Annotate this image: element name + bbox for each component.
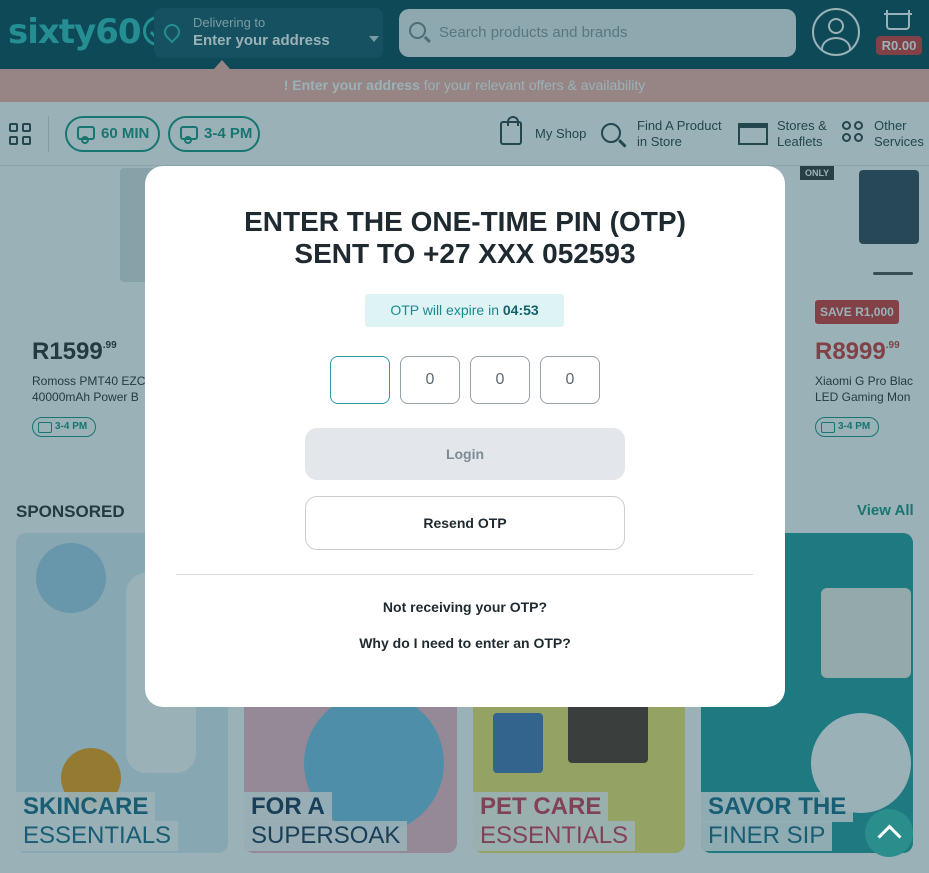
modal-divider (176, 574, 753, 575)
otp-modal: ENTER THE ONE-TIME PIN (OTP) SENT TO +27… (145, 166, 785, 707)
otp-title: ENTER THE ONE-TIME PIN (OTP) SENT TO +27… (145, 206, 785, 270)
not-receiving-otp-link[interactable]: Not receiving your OTP? (145, 599, 785, 615)
otp-digit-1[interactable] (330, 356, 390, 404)
resend-otp-button[interactable]: Resend OTP (305, 496, 625, 550)
scroll-to-top-button[interactable] (865, 809, 913, 857)
otp-title-line: SENT TO +27 XXX 052593 (294, 238, 636, 269)
otp-title-line: ENTER THE ONE-TIME PIN (OTP) (244, 206, 686, 237)
expiry-countdown: 04:53 (502, 302, 539, 318)
otp-expiry-notice: OTP will expire in 04:53 (365, 294, 564, 327)
otp-digit-3[interactable]: 0 (470, 356, 530, 404)
why-otp-link[interactable]: Why do I need to enter an OTP? (145, 635, 785, 651)
login-button[interactable]: Login (305, 428, 625, 480)
expiry-label: OTP will expire in (390, 302, 503, 318)
otp-digit-2[interactable]: 0 (400, 356, 460, 404)
otp-digit-4[interactable]: 0 (540, 356, 600, 404)
